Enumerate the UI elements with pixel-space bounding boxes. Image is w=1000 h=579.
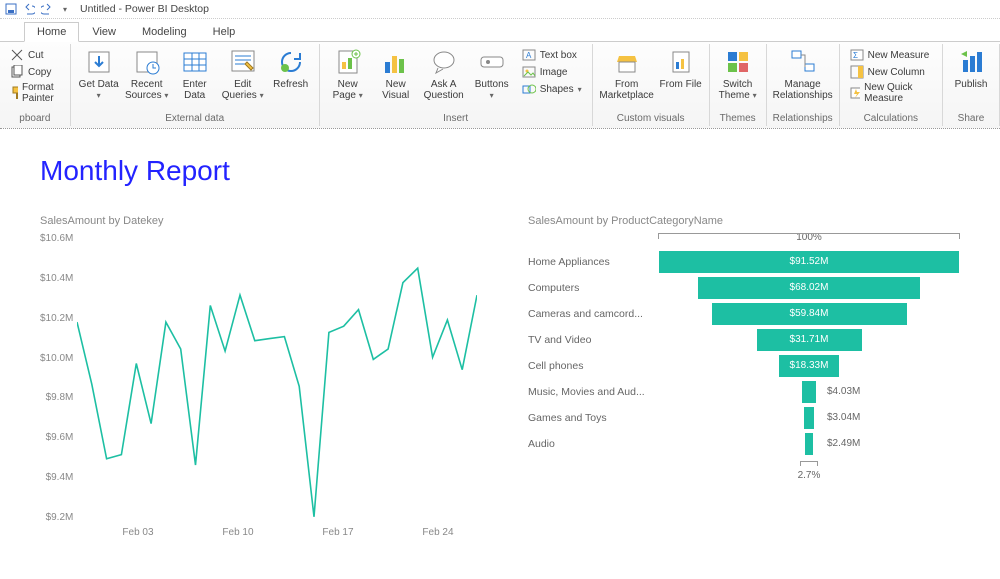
funnel-row: Home Appliances$91.52M xyxy=(528,249,960,275)
ribbon: Cut Copy Format Painter pboard Get Data … xyxy=(0,42,1000,129)
report-title: Monthly Report xyxy=(40,155,960,187)
recent-sources-button[interactable]: Recent Sources ▾ xyxy=(123,45,171,103)
enter-data-button[interactable]: Enter Data xyxy=(171,45,219,103)
cut-button[interactable]: Cut xyxy=(8,47,62,63)
funnel-category: Audio xyxy=(528,438,658,450)
funnel-category: Cameras and camcord... xyxy=(528,308,658,320)
tab-help[interactable]: Help xyxy=(200,22,249,41)
funnel-bar: $31.71M xyxy=(757,329,862,351)
funnel-visual[interactable]: SalesAmount by ProductCategoryName 100% … xyxy=(528,215,960,538)
from-marketplace-button[interactable]: From Marketplace xyxy=(597,45,657,103)
funnel-category: Computers xyxy=(528,282,658,294)
qat-dropdown-icon[interactable]: ▾ xyxy=(58,2,72,16)
tab-home[interactable]: Home xyxy=(24,22,79,42)
title-bar: ▾ Untitled - Power BI Desktop xyxy=(0,0,1000,19)
funnel-bar: $68.02M xyxy=(698,277,920,299)
refresh-button[interactable]: Refresh xyxy=(267,45,315,92)
get-data-button[interactable]: Get Data ▾ xyxy=(75,45,123,103)
group-label: Custom visuals xyxy=(617,113,685,124)
shapes-button[interactable]: Shapes ▾ xyxy=(520,81,584,97)
funnel-category: Games and Toys xyxy=(528,412,658,424)
funnel-bar: $4.03M xyxy=(659,381,959,403)
funnel-row: Cameras and camcord... $59.84M xyxy=(528,301,960,327)
funnel-bar: $2.49M xyxy=(659,433,959,455)
svg-text:Σ: Σ xyxy=(853,51,858,60)
chart-title: SalesAmount by Datekey xyxy=(40,215,488,227)
funnel-category: Home Appliances xyxy=(528,256,658,268)
group-label: Themes xyxy=(720,113,756,124)
funnel-bar: $59.84M xyxy=(712,303,907,325)
image-button[interactable]: Image xyxy=(520,64,584,80)
svg-text:A: A xyxy=(526,51,532,60)
manage-relationships-button[interactable]: Manage Relationships xyxy=(771,45,835,103)
funnel-bar: $3.04M xyxy=(659,407,959,429)
copy-button[interactable]: Copy xyxy=(8,64,62,80)
textbox-button[interactable]: AText box xyxy=(520,47,584,63)
new-page-button[interactable]: New Page ▾ xyxy=(324,45,372,103)
redo-icon[interactable] xyxy=(40,2,54,16)
line-chart-visual[interactable]: SalesAmount by Datekey $10.6M$10.4M$10.2… xyxy=(40,215,488,538)
ask-question-button[interactable]: Ask A Question xyxy=(420,45,468,103)
group-label: Share xyxy=(958,113,985,124)
undo-icon[interactable] xyxy=(22,2,36,16)
group-label: Calculations xyxy=(864,113,918,124)
group-label: pboard xyxy=(19,113,50,124)
group-label: Insert xyxy=(443,113,468,124)
format-painter-button[interactable]: Format Painter xyxy=(8,81,62,105)
publish-button[interactable]: Publish xyxy=(947,45,995,92)
x-axis: Feb 03Feb 10Feb 17Feb 24 xyxy=(88,523,488,538)
funnel-bottom-pct: 2.7% xyxy=(658,461,960,481)
funnel-row: TV and Video $31.71M xyxy=(528,327,960,353)
funnel-category: TV and Video xyxy=(528,334,658,346)
menu-bar: Home View Modeling Help xyxy=(0,19,1000,42)
buttons-button[interactable]: Buttons▾ xyxy=(468,45,516,103)
report-canvas[interactable]: Monthly Report SalesAmount by Datekey $1… xyxy=(0,129,1000,538)
funnel-row: Games and Toys$3.04M xyxy=(528,405,960,431)
save-icon[interactable] xyxy=(4,2,18,16)
funnel-category: Music, Movies and Aud... xyxy=(528,386,658,398)
new-quick-measure-button[interactable]: New Quick Measure xyxy=(848,81,934,105)
group-label: Relationships xyxy=(773,113,833,124)
window-title: Untitled - Power BI Desktop xyxy=(80,3,209,15)
funnel-bar: $18.33M xyxy=(779,355,839,377)
funnel-bar: $91.52M xyxy=(659,251,959,273)
new-column-button[interactable]: New Column xyxy=(848,64,934,80)
funnel-row: Audio$2.49M xyxy=(528,431,960,457)
switch-theme-button[interactable]: Switch Theme ▾ xyxy=(714,45,762,103)
funnel-row: Cell phones $18.33M xyxy=(528,353,960,379)
funnel-top-bracket xyxy=(658,233,960,246)
y-axis: $10.6M$10.4M$10.2M$10.0M$9.8M$9.6M$9.4M$… xyxy=(40,233,77,523)
new-measure-button[interactable]: ΣNew Measure xyxy=(848,47,934,63)
funnel-category: Cell phones xyxy=(528,360,658,372)
chart-title: SalesAmount by ProductCategoryName xyxy=(528,215,960,227)
edit-queries-button[interactable]: Edit Queries ▾ xyxy=(219,45,267,103)
plot-area xyxy=(77,233,477,523)
group-label: External data xyxy=(165,113,224,124)
from-file-button[interactable]: From File xyxy=(657,45,705,92)
funnel-row: Music, Movies and Aud...$4.03M xyxy=(528,379,960,405)
tab-modeling[interactable]: Modeling xyxy=(129,22,200,41)
tab-view[interactable]: View xyxy=(79,22,129,41)
new-visual-button[interactable]: New Visual xyxy=(372,45,420,103)
funnel-row: Computers $68.02M xyxy=(528,275,960,301)
